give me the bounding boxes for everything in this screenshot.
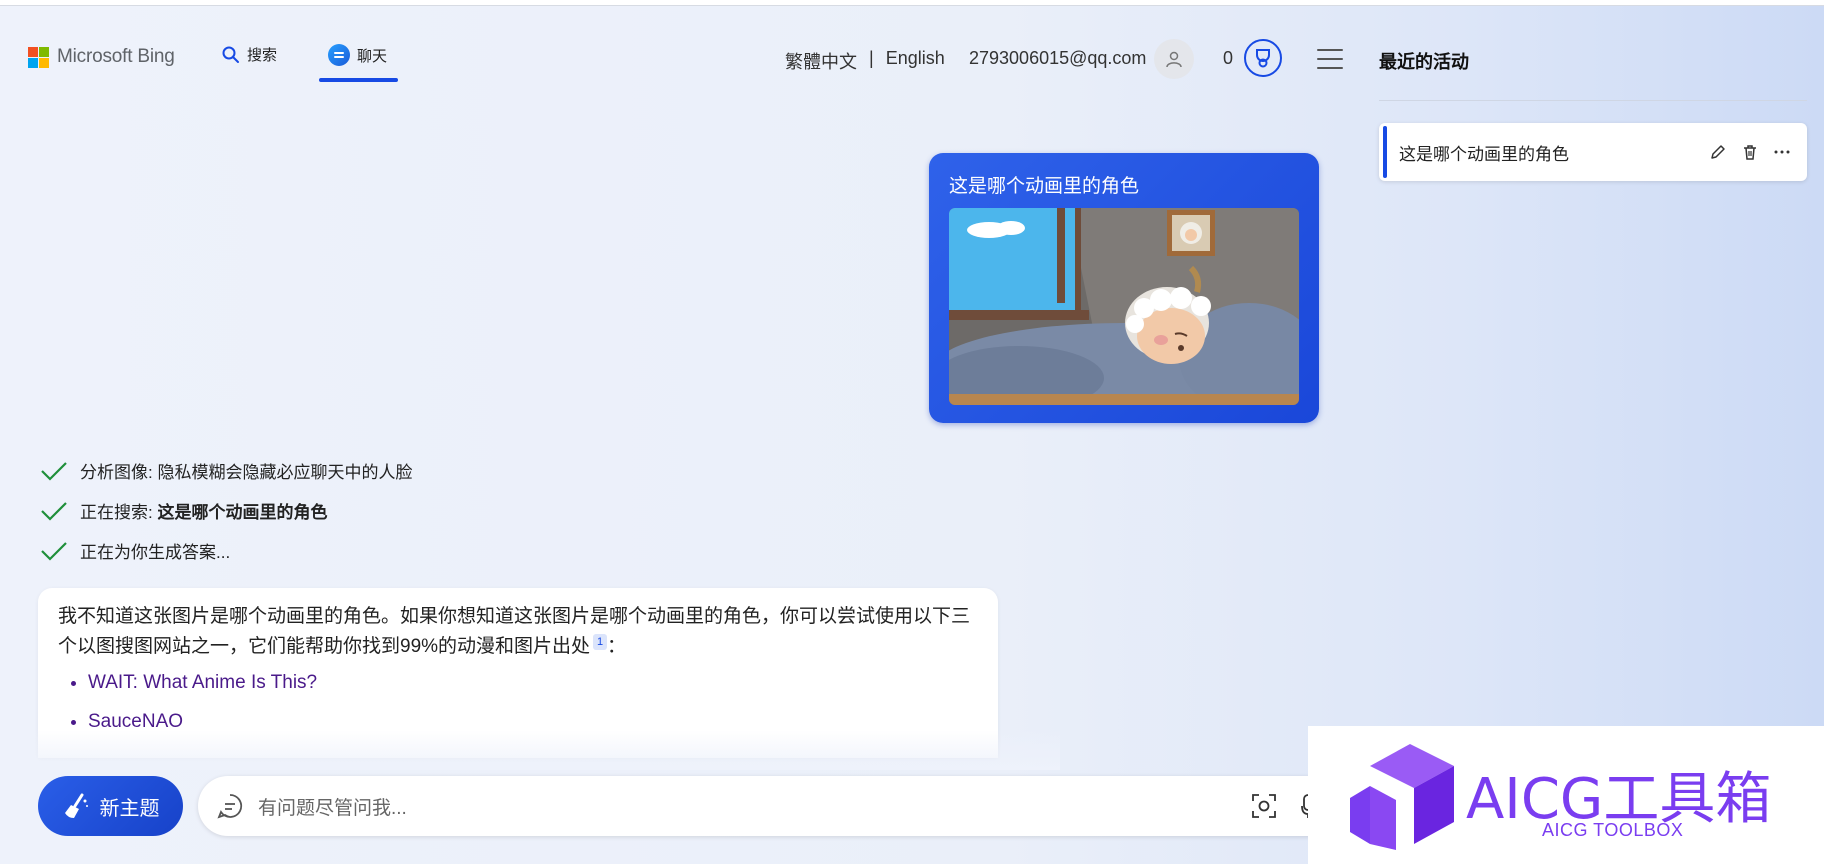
answer-text: 我不知道这张图片是哪个动画里的角色。如果你想知道这张图片是哪个动画里的角色，你可… [58, 602, 988, 662]
active-tab-indicator [319, 78, 398, 82]
window-top-edge [0, 0, 1824, 6]
answer-link[interactable]: WAIT: What Anime Is This? [88, 672, 317, 694]
progress-step: 分析图像: 隐私模糊会隐藏必应聊天中的人脸 [40, 458, 412, 483]
brand-name: Microsoft Bing [57, 46, 175, 67]
avatar[interactable] [1154, 39, 1194, 79]
checkmark-icon [41, 501, 67, 521]
citation-badge[interactable]: 1 [593, 633, 608, 650]
recent-activity-item[interactable]: 这是哪个动画里的角色 [1379, 123, 1807, 181]
watermark-subtitle: AICG TOOLBOX [1542, 820, 1684, 840]
recent-activity-label: 这是哪个动画里的角色 [1399, 144, 1569, 164]
progress-step-label: 正在搜索: [80, 503, 158, 522]
progress-step-query: 这是哪个动画里的角色 [157, 503, 328, 522]
progress-step-label: 正在为你生成答案... [80, 543, 231, 562]
rewards-points: 0 [1223, 48, 1234, 68]
edit-icon[interactable] [1709, 143, 1727, 161]
lang-traditional-chinese[interactable]: 繁體中文 [785, 48, 857, 74]
tab-chat[interactable]: 聊天 [328, 44, 387, 66]
broom-icon [64, 793, 88, 818]
answer-paragraph: 我不知道这张图片是哪个动画里的角色。如果你想知道这张图片是哪个动画里的角色，你可… [58, 606, 971, 657]
chat-input-placeholder: 有问题尽管问我... [258, 797, 407, 819]
new-topic-label: 新主题 [99, 797, 160, 820]
visual-search-icon[interactable] [1250, 792, 1278, 820]
scroll-fade [0, 730, 1060, 770]
account-email[interactable]: 2793006015@qq.com [969, 48, 1146, 69]
divider [1379, 100, 1807, 101]
uploaded-image[interactable] [949, 208, 1299, 405]
new-topic-button[interactable]: 新主题 [38, 776, 183, 836]
menu-icon [1317, 49, 1343, 51]
progress-step-label: 分析图像: 隐私模糊会隐藏必应聊天中的人脸 [80, 463, 413, 482]
more-options-icon[interactable] [1773, 143, 1791, 161]
lang-english[interactable]: English [886, 48, 945, 74]
bing-logo[interactable]: Microsoft Bing [28, 46, 175, 68]
chat-icon [328, 44, 350, 66]
lang-separator: | [869, 48, 874, 68]
delete-icon[interactable] [1741, 143, 1759, 161]
watermark: AICG工具箱 AICG TOOLBOX [1308, 726, 1824, 864]
checkmark-icon [41, 541, 67, 561]
search-icon [222, 46, 239, 63]
recent-activity-title: 最近的活动 [1379, 52, 1469, 72]
chat-bubble-icon [217, 794, 243, 819]
progress-step: 正在为你生成答案... [40, 538, 230, 563]
rewards-button[interactable] [1244, 39, 1282, 77]
tab-search[interactable]: 搜索 [222, 44, 277, 65]
selected-indicator [1383, 126, 1387, 178]
menu-button[interactable] [1317, 49, 1343, 76]
user-icon [1166, 51, 1182, 68]
trophy-icon [1256, 49, 1270, 68]
aicg-logo-icon [1350, 744, 1454, 850]
answer-trailing: ： [607, 636, 627, 657]
tab-search-label: 搜索 [247, 47, 278, 64]
progress-step: 正在搜索: 这是哪个动画里的角色 [40, 498, 327, 523]
user-message-text: 这是哪个动画里的角色 [949, 176, 1140, 197]
microsoft-logo-icon [28, 46, 49, 68]
tab-chat-label: 聊天 [357, 47, 388, 65]
user-message: 这是哪个动画里的角色 [929, 153, 1319, 423]
chat-input[interactable]: 有问题尽管问我... [198, 776, 1338, 836]
checkmark-icon [41, 461, 67, 481]
language-switcher: 繁體中文 | English [785, 48, 945, 74]
